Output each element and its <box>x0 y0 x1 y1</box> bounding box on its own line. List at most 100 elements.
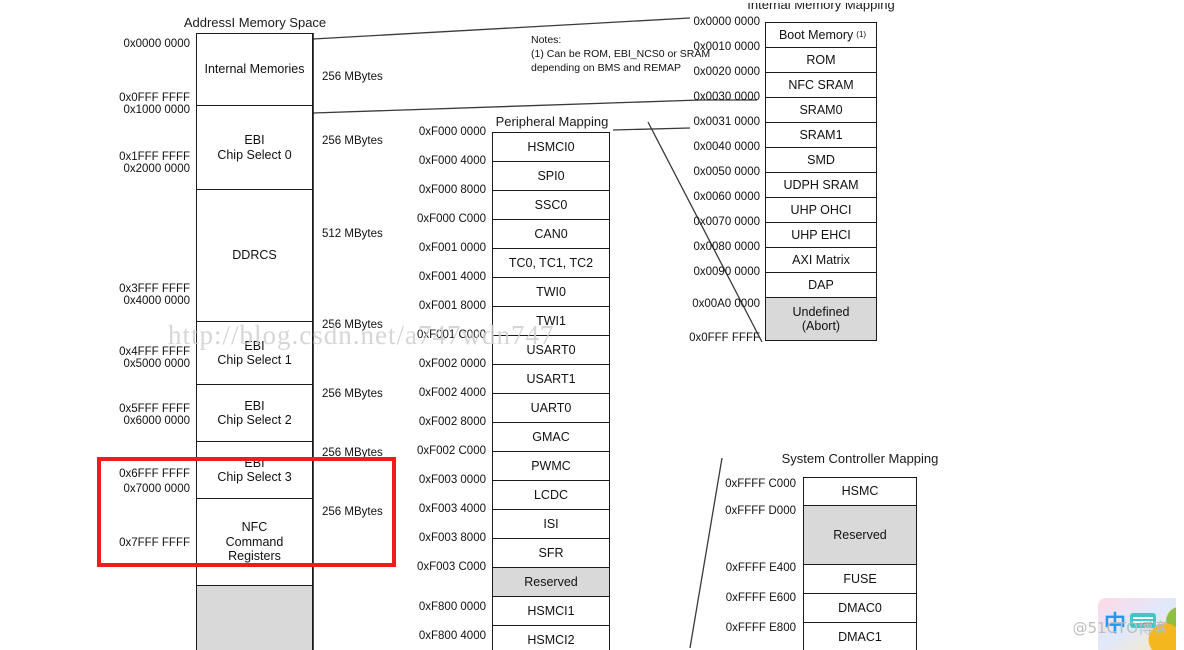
address-label: 0x0000 0000 <box>693 16 760 28</box>
peripheral-row: TC0, TC1, TC2 <box>492 248 610 278</box>
cell-label: CAN0 <box>534 226 568 241</box>
address-label: 0x5FFF FFFF <box>119 403 190 415</box>
address-space-title: AddressI Memory Space <box>183 15 327 30</box>
address-label: 0xF002 8000 <box>418 416 486 428</box>
cell-label: NFC SRAM <box>788 77 854 92</box>
address-label: 0xF800 0000 <box>418 601 486 613</box>
address-label: 0x0000 0000 <box>123 38 190 50</box>
cell-label: DAP <box>808 277 834 292</box>
internal-memory-row: SRAM0 <box>765 97 877 123</box>
system-controller-mapping-title: System Controller Mapping <box>781 451 939 466</box>
peripheral-row: PWMC <box>492 451 610 481</box>
internal-memory-row-undefined: Undefined (Abort) <box>765 297 877 341</box>
peripheral-row: SFR <box>492 538 610 568</box>
internal-memory-row: AXI Matrix <box>765 247 877 273</box>
address-label-end: 0x0FFF FFFF <box>689 332 760 344</box>
address-label: 0xF000 8000 <box>418 184 486 196</box>
peripheral-row: CAN0 <box>492 219 610 249</box>
address-label: 0x0020 0000 <box>693 66 760 78</box>
system-controller-row: HSMC <box>803 477 917 506</box>
cell-label: USART1 <box>526 371 576 386</box>
cell-label: EBI Chip Select 2 <box>217 398 292 427</box>
cell-label: ISI <box>543 516 559 531</box>
address-label: 0x0030 0000 <box>693 91 760 103</box>
system-controller-mapping-column: HSMC Reserved FUSE DMAC0 DMAC1 <box>803 477 917 650</box>
address-label: 0x0090 0000 <box>693 266 760 278</box>
cell-label: UHP OHCI <box>790 202 852 217</box>
address-label: 0x1FFF FFFF <box>119 151 190 163</box>
address-label: 0xF000 4000 <box>418 155 486 167</box>
internal-memory-row: UHP EHCI <box>765 222 877 248</box>
size-label: 256 MBytes <box>322 447 383 459</box>
cell-label: UHP EHCI <box>791 227 851 242</box>
cell-label: TC0, TC1, TC2 <box>508 255 594 270</box>
internal-memory-row: UDPH SRAM <box>765 172 877 198</box>
address-label: 0xF001 8000 <box>418 300 486 312</box>
address-label: 0x0070 0000 <box>693 216 760 228</box>
cell-label: DDRCS <box>232 248 277 263</box>
size-label: 512 MBytes <box>322 228 383 240</box>
address-label: 0xF800 4000 <box>418 630 486 642</box>
cell-label: SMD <box>807 152 835 167</box>
cell-label: UDPH SRAM <box>783 177 859 192</box>
right-margin <box>1176 0 1184 650</box>
cell-label: DMAC1 <box>838 629 882 644</box>
cell-label: LCDC <box>533 487 569 502</box>
address-label: 0x0FFF FFFF <box>119 92 190 104</box>
address-label: 0xFFFF E800 <box>725 622 796 634</box>
internal-memory-row: Boot Memory (1) <box>765 22 877 48</box>
peripheral-row: HSMCI1 <box>492 596 610 626</box>
address-label: 0xF002 0000 <box>418 358 486 370</box>
cell-label: GMAC <box>532 429 570 444</box>
address-label: 0x6000 0000 <box>123 415 190 427</box>
top-margin <box>0 0 1184 3</box>
cell-label: SFR <box>538 545 564 560</box>
address-label: 0xF003 8000 <box>418 532 486 544</box>
system-controller-row: FUSE <box>803 564 917 594</box>
peripheral-row: TWI0 <box>492 277 610 307</box>
cell-label: AXI Matrix <box>792 252 850 267</box>
size-label: 256 MBytes <box>322 71 383 83</box>
address-label: 0xF003 0000 <box>418 474 486 486</box>
cell-label: DMAC0 <box>838 600 882 615</box>
address-label: 0xF002 4000 <box>418 387 486 399</box>
address-label: 0xF000 C000 <box>416 213 486 225</box>
address-label: 0xFFFF E600 <box>725 592 796 604</box>
peripheral-row: UART0 <box>492 393 610 423</box>
address-label: 0xF003 C000 <box>416 561 486 573</box>
address-label: 0x0060 0000 <box>693 191 760 203</box>
address-label: 0x1000 0000 <box>123 104 190 116</box>
cell-label: HSMCI1 <box>527 603 575 618</box>
address-label: 0x3FFF FFFF <box>119 283 190 295</box>
size-label: 256 MBytes <box>322 506 383 518</box>
peripheral-row-reserved: Reserved <box>492 567 610 597</box>
peripheral-row: SSC0 <box>492 190 610 220</box>
address-label: 0xF003 4000 <box>418 503 486 515</box>
cell-label: SRAM0 <box>799 102 843 117</box>
peripheral-row: USART1 <box>492 364 610 394</box>
cell-label: PWMC <box>531 458 571 473</box>
cell-label: SSC0 <box>534 197 568 212</box>
address-label: 0xF000 0000 <box>418 126 486 138</box>
memory-map-diagram: AddressI Memory Space Internal Memories … <box>0 0 1184 650</box>
address-space-cell: DDRCS <box>196 189 313 322</box>
address-label: 0x4000 0000 <box>123 295 190 307</box>
address-space-cell: EBI Chip Select 3 <box>196 441 313 499</box>
cell-label: SPI0 <box>537 168 565 183</box>
cell-label: TWI0 <box>536 284 566 299</box>
site-badge: 中 @51CTO博客 <box>1060 595 1184 650</box>
cell-label: SRAM1 <box>799 127 843 142</box>
internal-memory-row: SRAM1 <box>765 122 877 148</box>
system-controller-row: DMAC0 <box>803 593 917 623</box>
system-controller-row-reserved: Reserved <box>803 505 917 565</box>
address-label: 0xF001 4000 <box>418 271 486 283</box>
peripheral-row: HSMCI2 <box>492 625 610 650</box>
internal-memory-mapping-column: Boot Memory (1) ROM NFC SRAM SRAM0 SRAM1 … <box>765 22 877 346</box>
address-space-cell: EBI Chip Select 0 <box>196 105 313 190</box>
address-label: 0xFFFF D000 <box>725 505 796 517</box>
address-label: 0xFFFF C000 <box>725 478 796 490</box>
cell-label: ROM <box>806 52 836 67</box>
internal-memory-row: UHP OHCI <box>765 197 877 223</box>
address-space-cell-reserved <box>196 585 313 650</box>
cell-label: HSMCI0 <box>527 139 575 154</box>
